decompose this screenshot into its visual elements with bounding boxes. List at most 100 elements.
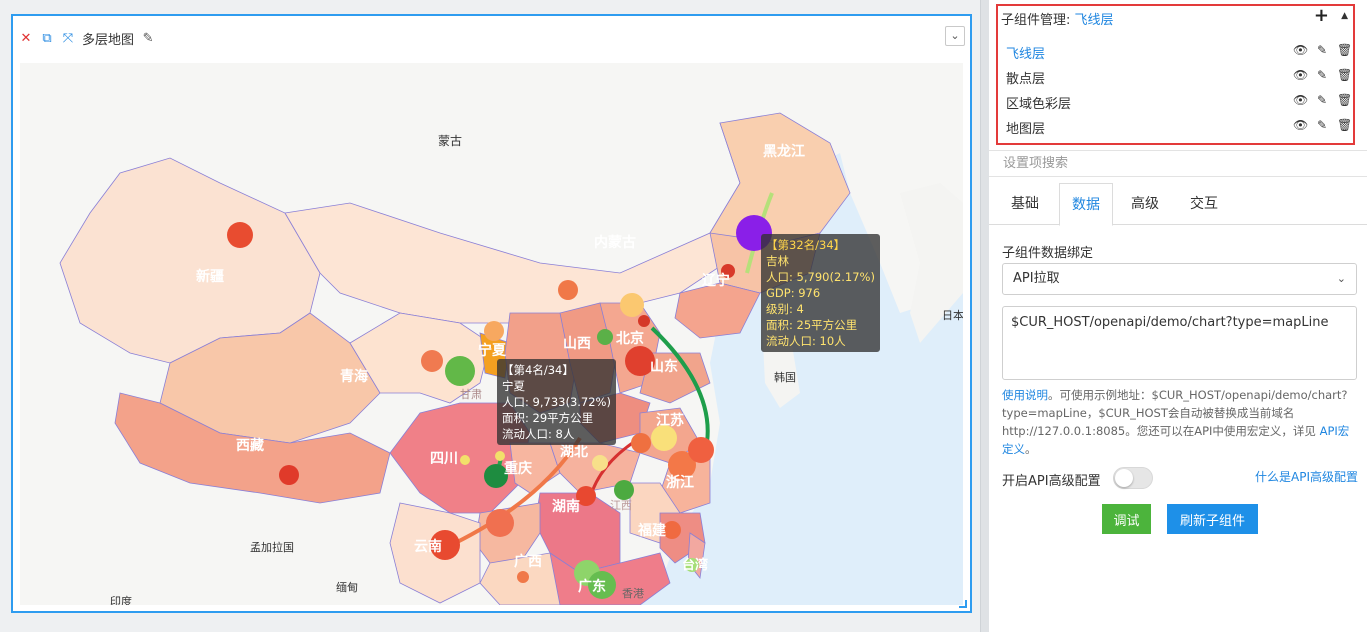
eye-icon[interactable]: 👁 [1293, 43, 1308, 57]
label-guangxi: 广西 [514, 553, 542, 570]
edit-icon[interactable]: ✎ [1315, 118, 1329, 132]
api-url-textarea[interactable]: $CUR_HOST/openapi/demo/chart?type=mapLin… [1002, 306, 1357, 380]
sub-component-manager: 子组件管理: 飞线层 + ▲ 飞线层 👁 ✎ 🗑 散点层 👁 ✎ 🗑 区域色彩层 👁 ✎ 🗑… [996, 4, 1355, 145]
scatter-point[interactable] [227, 222, 253, 248]
label-guangdong: 广东 [578, 578, 606, 595]
label-hunan: 湖南 [552, 498, 580, 515]
label-mongolia: 蒙古 [438, 133, 462, 148]
eye-icon[interactable]: 👁 [1293, 93, 1308, 107]
api-advanced-label: 开启API高级配置 [1002, 474, 1101, 489]
api-advanced-toggle[interactable] [1113, 467, 1153, 489]
tooltip-line: 面积: 25平方公里 [766, 318, 858, 332]
what-is-advanced-link[interactable]: 什么是API高级配置 [1255, 468, 1358, 485]
tooltip-line: 流动人口: 10人 [766, 334, 846, 348]
tooltip-line: 级别: 4 [766, 302, 804, 316]
layer-name[interactable]: 飞线层 [1006, 43, 1045, 62]
label-neimenggu: 内蒙古 [594, 234, 636, 251]
tooltip-line: 流动人口: 8人 [502, 427, 575, 441]
label-ningxia: 宁夏 [478, 342, 507, 359]
scatter-point[interactable] [638, 315, 650, 327]
trash-icon[interactable]: 🗑 [1337, 68, 1352, 82]
label-hubei: 湖北 [560, 444, 588, 460]
scatter-point[interactable] [484, 321, 504, 341]
label-jiangsu: 江苏 [656, 412, 684, 429]
scatter-point[interactable] [688, 437, 714, 463]
scatter-point[interactable] [445, 356, 475, 386]
label-india: 印度 [110, 594, 132, 605]
current-layer: 飞线层 [1074, 13, 1114, 28]
tooltip-jilin: 【第32名/34】 吉林 人口: 5,790(2.17%) GDP: 976 级… [761, 234, 880, 352]
label-hongkong: 香港 [622, 587, 644, 600]
scatter-point[interactable] [460, 455, 470, 465]
map-widget[interactable]: ✕ ⧉ ⤧ 多层地图 ✎ ⌄ 蒙古 新疆 内蒙古 黑龙江 辽宁 青海 宁夏 甘肃… [11, 14, 972, 613]
layer-name[interactable]: 地图层 [1006, 118, 1045, 137]
usage-link[interactable]: 使用说明 [1002, 388, 1048, 402]
layer-item[interactable]: 飞线层 👁 ✎ 🗑 [1006, 41, 1352, 63]
settings-tabs: 基础 数据 高级 交互 [989, 183, 1367, 226]
data-source-value: API拉取 [1013, 271, 1060, 286]
toggle-knob [1115, 469, 1133, 487]
tooltip-ningxia: 【第4名/34】 宁夏 人口: 9,733(3.72%) 面积: 29平方公里 … [497, 359, 616, 445]
layer-name[interactable]: 散点层 [1006, 68, 1045, 87]
tab-advanced[interactable]: 高级 [1119, 183, 1171, 226]
scatter-point[interactable] [558, 280, 578, 300]
resize-handle[interactable] [959, 600, 967, 608]
settings-panel: 子组件管理: 飞线层 + ▲ 飞线层 👁 ✎ 🗑 散点层 👁 ✎ 🗑 区域色彩层 👁 ✎ 🗑… [989, 0, 1367, 632]
scatter-point[interactable] [421, 350, 443, 372]
chevron-down-icon[interactable]: ⌄ [945, 26, 965, 46]
plus-icon[interactable]: + [1314, 7, 1329, 25]
trash-icon[interactable]: 🗑 [1337, 43, 1352, 57]
label-shandong: 山东 [650, 358, 678, 375]
label-fujian: 福建 [637, 522, 666, 539]
label-heilongjiang: 黑龙江 [763, 143, 805, 160]
tab-interaction[interactable]: 交互 [1178, 183, 1230, 226]
close-icon[interactable]: ✕ [19, 32, 33, 45]
data-binding-label: 子组件数据绑定 [1002, 246, 1094, 261]
trash-icon[interactable]: 🗑 [1337, 118, 1352, 132]
api-help-text: 使用说明。可使用示例地址：$CUR_HOST/openapi/demo/char… [1002, 388, 1350, 456]
layer-item[interactable]: 散点层 👁 ✎ 🗑 [1006, 66, 1352, 88]
tab-data[interactable]: 数据 [1059, 183, 1113, 226]
label-chongqing: 重庆 [504, 460, 532, 477]
scatter-point[interactable] [517, 571, 529, 583]
scatter-point[interactable] [486, 509, 514, 537]
sub-manager-label: 子组件管理: [1001, 13, 1071, 28]
trash-icon[interactable]: 🗑 [1337, 93, 1352, 107]
debug-button[interactable]: 调试 [1102, 504, 1151, 534]
tooltip-line: GDP: 976 [766, 286, 821, 300]
label-gansu: 甘肃 [460, 388, 482, 401]
label-zhejiang: 浙江 [666, 474, 694, 491]
pencil-icon[interactable]: ✎ [141, 32, 155, 45]
expand-icon[interactable]: ⤧ [61, 32, 75, 45]
label-jiangxi: 江西 [610, 499, 632, 512]
caret-up-icon[interactable]: ▲ [1341, 11, 1348, 21]
eye-icon[interactable]: 👁 [1293, 68, 1308, 82]
settings-search-input[interactable]: 设置项搜索 [989, 150, 1367, 177]
scatter-point[interactable] [614, 480, 634, 500]
scatter-point[interactable] [592, 455, 608, 471]
edit-icon[interactable]: ✎ [1315, 68, 1329, 82]
data-source-select[interactable]: API拉取 ⌄ [1002, 263, 1357, 295]
edit-icon[interactable]: ✎ [1315, 93, 1329, 107]
tooltip-line: 面积: 29平方公里 [502, 411, 594, 425]
label-korea: 韩国 [774, 370, 796, 384]
china-map[interactable]: 蒙古 新疆 内蒙古 黑龙江 辽宁 青海 宁夏 甘肃 山西 北京 山东 西藏 四川… [20, 63, 963, 605]
scatter-point[interactable] [620, 293, 644, 317]
panel-splitter[interactable] [980, 0, 989, 632]
label-beijing: 北京 [616, 330, 644, 347]
copy-icon[interactable]: ⧉ [40, 32, 54, 45]
refresh-subcomponent-button[interactable]: 刷新子组件 [1167, 504, 1258, 534]
layer-item[interactable]: 地图层 👁 ✎ 🗑 [1006, 116, 1352, 138]
label-sichuan: 四川 [430, 451, 458, 467]
tab-basic[interactable]: 基础 [999, 183, 1051, 226]
scatter-point[interactable] [495, 451, 505, 461]
scatter-point[interactable] [279, 465, 299, 485]
layer-item[interactable]: 区域色彩层 👁 ✎ 🗑 [1006, 91, 1352, 113]
eye-icon[interactable]: 👁 [1293, 118, 1308, 132]
scatter-point[interactable] [631, 433, 651, 453]
label-myanmar: 缅甸 [336, 580, 358, 594]
edit-icon[interactable]: ✎ [1315, 43, 1329, 57]
tooltip-line: 人口: 5,790(2.17%) [766, 270, 875, 284]
scatter-point[interactable] [597, 329, 613, 345]
layer-name[interactable]: 区域色彩层 [1006, 93, 1071, 112]
